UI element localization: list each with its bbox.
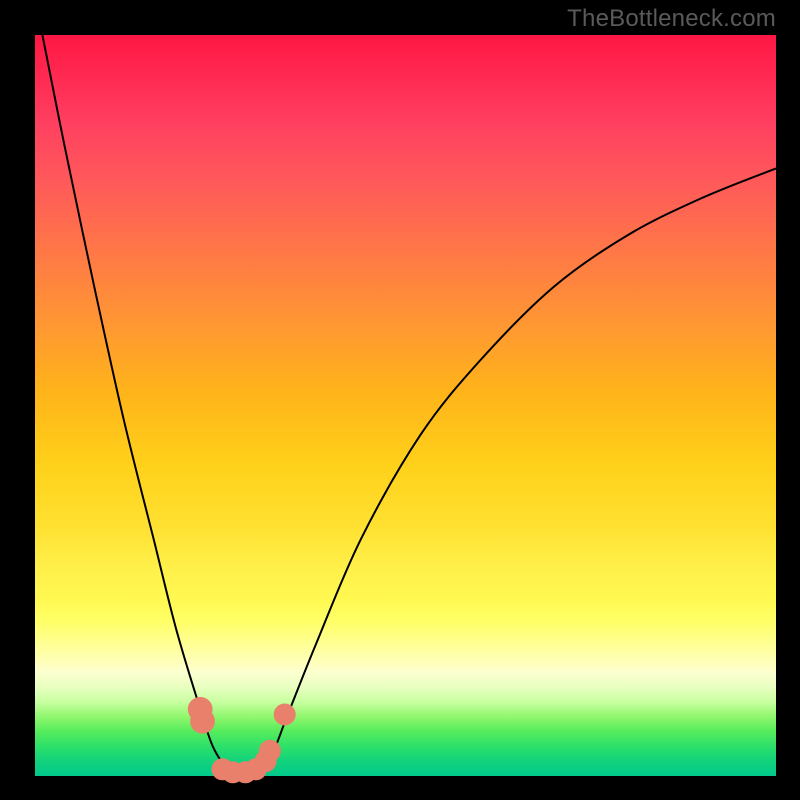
highlight-markers — [188, 697, 296, 783]
watermark-text: TheBottleneck.com — [567, 5, 776, 33]
marker-dot — [259, 740, 281, 762]
bottleneck-curve — [42, 35, 776, 776]
chart-svg — [35, 35, 776, 776]
chart-frame: TheBottleneck.com — [0, 0, 800, 800]
marker-dot — [274, 704, 296, 726]
plot-area — [35, 35, 776, 776]
marker-dot — [190, 709, 215, 734]
